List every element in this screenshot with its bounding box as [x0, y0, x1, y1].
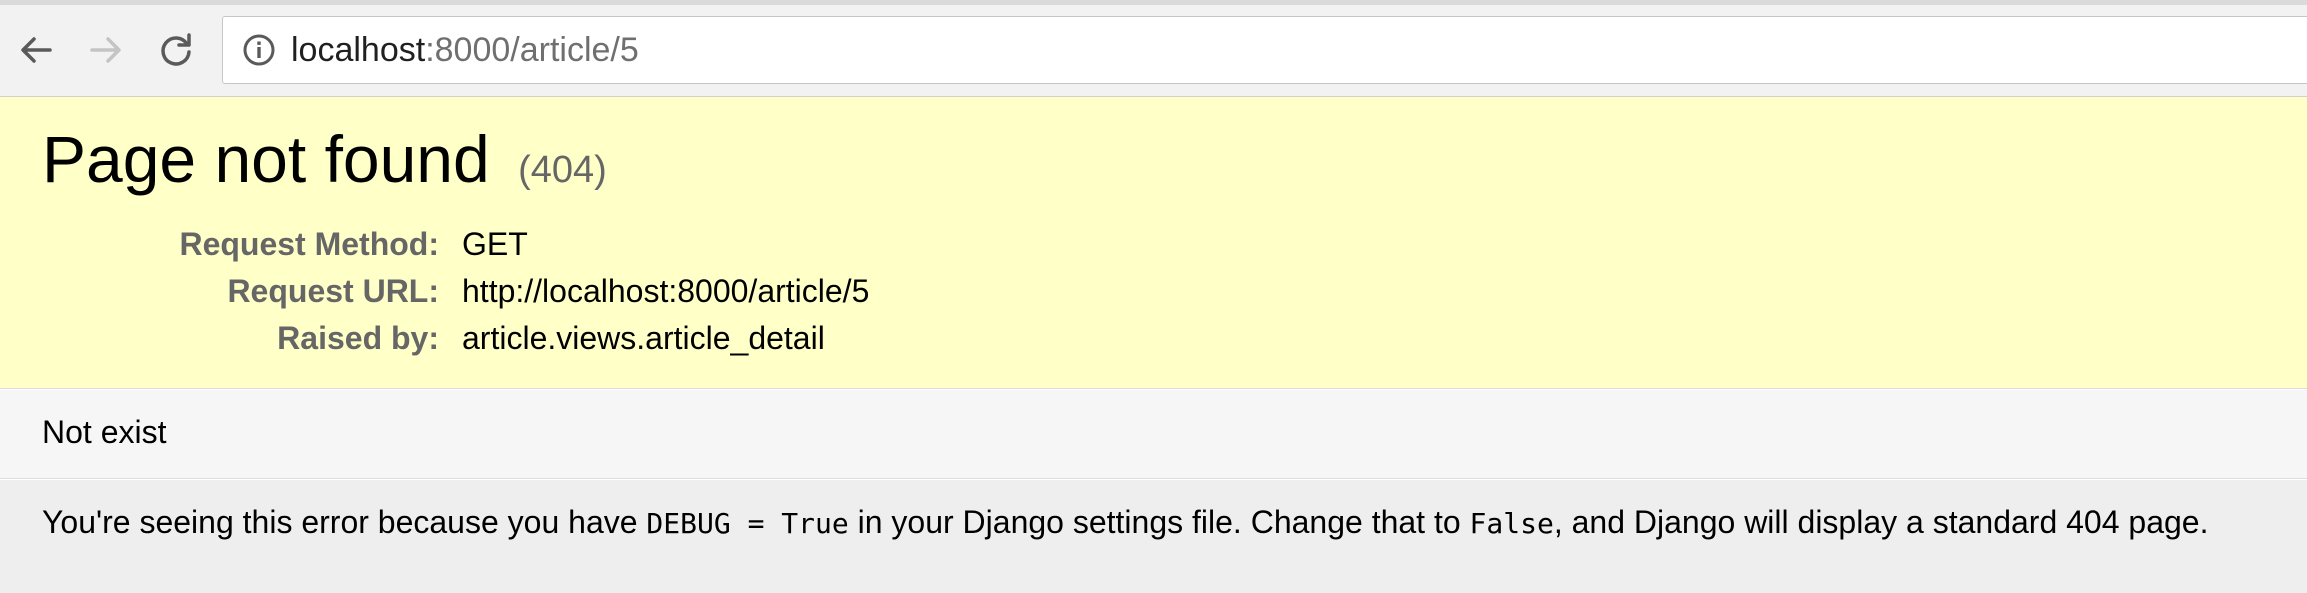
request-url-label: Request URL:	[227, 273, 439, 309]
forward-button[interactable]	[78, 22, 134, 78]
page-title-text: Page not found	[42, 122, 490, 196]
browser-toolbar: localhost:8000/article/5	[0, 0, 2307, 97]
tab-strip-edge	[0, 0, 2307, 5]
url-path: :8000/article/5	[425, 30, 639, 69]
reload-button[interactable]	[148, 22, 204, 78]
reload-icon	[161, 33, 191, 66]
error-info: Not exist	[0, 390, 2307, 479]
request-method-value: GET	[462, 226, 528, 262]
error-summary: Page not found (404) Request Method: GET…	[0, 97, 2307, 389]
forward-arrow-icon	[90, 37, 121, 63]
explanation-part-2: in your Django settings file. Change tha…	[848, 504, 1470, 540]
raised-by-value: article.views.article_detail	[462, 320, 825, 356]
back-arrow-icon	[21, 37, 52, 63]
explanation-part-1: You're seeing this error because you hav…	[42, 504, 647, 540]
raised-by-label: Raised by:	[277, 320, 439, 356]
status-code: (404)	[518, 149, 607, 191]
info-icon[interactable]	[241, 32, 277, 68]
explanation-text: You're seeing this error because you hav…	[42, 504, 2208, 541]
address-bar[interactable]: localhost:8000/article/5	[222, 16, 2307, 84]
meta-row-raised-by: Raised by: article.views.article_detail	[0, 320, 2307, 364]
url-host: localhost	[291, 30, 426, 69]
info-message: Not exist	[42, 414, 167, 450]
address-url[interactable]: localhost:8000/article/5	[291, 31, 639, 70]
request-method-label: Request Method:	[179, 226, 439, 262]
back-button[interactable]	[8, 22, 64, 78]
false-value-code: False	[1469, 507, 1554, 540]
debug-setting-code: DEBUG = True	[646, 507, 849, 540]
meta-row-request-method: Request Method: GET	[0, 226, 2307, 270]
explanation-part-3: , and Django will display a standard 404…	[1553, 504, 2209, 540]
meta-row-request-url: Request URL: http://localhost:8000/artic…	[0, 273, 2307, 317]
request-url-value: http://localhost:8000/article/5	[462, 273, 870, 309]
debug-explanation: You're seeing this error because you hav…	[0, 480, 2307, 593]
page-title: Page not found (404)	[42, 121, 607, 197]
